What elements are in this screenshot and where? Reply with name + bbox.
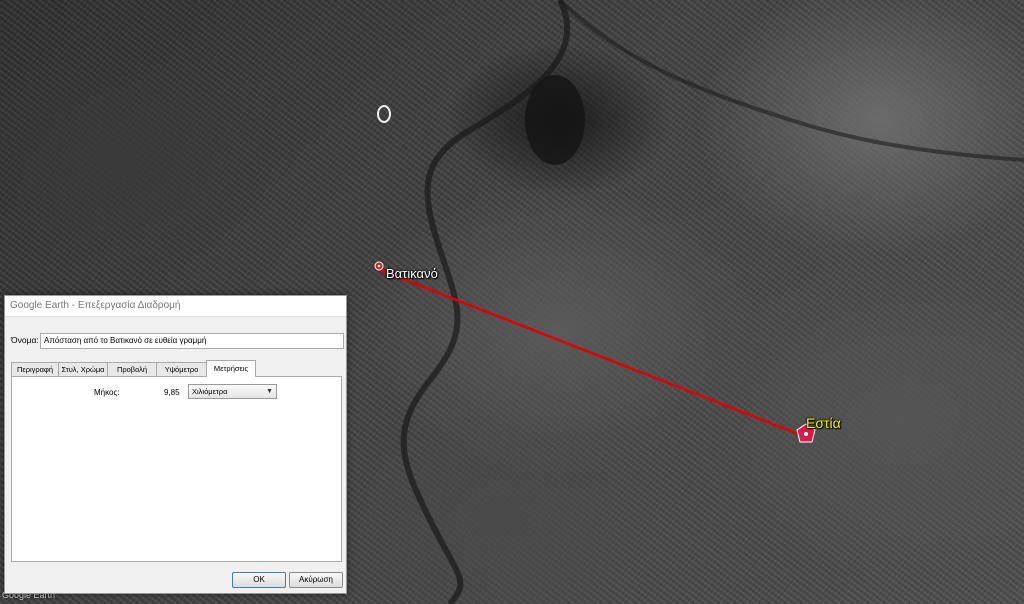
- tab-measurements[interactable]: Μετρήσεις: [206, 360, 256, 377]
- unit-select[interactable]: Χιλιόμετρα ▼: [188, 384, 277, 399]
- vatican-pin-icon: [374, 261, 384, 271]
- ok-button[interactable]: OK: [232, 572, 286, 588]
- name-row: Όνομα: Απόσταση από το Βατικανό σε ευθεί…: [11, 333, 344, 349]
- name-input[interactable]: Απόσταση από το Βατικανό σε ευθεία γραμμ…: [40, 333, 344, 349]
- name-label: Όνομα:: [11, 335, 39, 345]
- hearth-label[interactable]: Εστία: [806, 415, 841, 431]
- stadium: [377, 105, 391, 123]
- length-label: Μήκος:: [94, 388, 120, 397]
- distance-line: [379, 268, 807, 439]
- park-area: [525, 75, 585, 165]
- edit-path-dialog: Google Earth - Επεξεργασία Διαδρομή Όνομ…: [4, 295, 347, 594]
- tab-altitude[interactable]: Υψόμετρο: [156, 362, 207, 376]
- tab-style-color[interactable]: Στυλ, Χρώμα: [58, 362, 108, 376]
- vatican-label[interactable]: Βατικανό: [386, 266, 438, 281]
- cancel-button[interactable]: Ακύρωση: [289, 572, 343, 588]
- tab-description[interactable]: Περιγραφή: [11, 362, 59, 376]
- tab-view[interactable]: Προβολή: [107, 362, 157, 376]
- unit-select-value: Χιλιόμετρα: [192, 387, 228, 396]
- chevron-down-icon: ▼: [266, 388, 273, 395]
- river-branch: [558, 0, 1024, 162]
- length-value: 9,85: [164, 388, 180, 397]
- dialog-title: Google Earth - Επεξεργασία Διαδρομή: [5, 296, 346, 317]
- measurements-panel: Μήκος: 9,85 Χιλιόμετρα ▼: [11, 376, 342, 562]
